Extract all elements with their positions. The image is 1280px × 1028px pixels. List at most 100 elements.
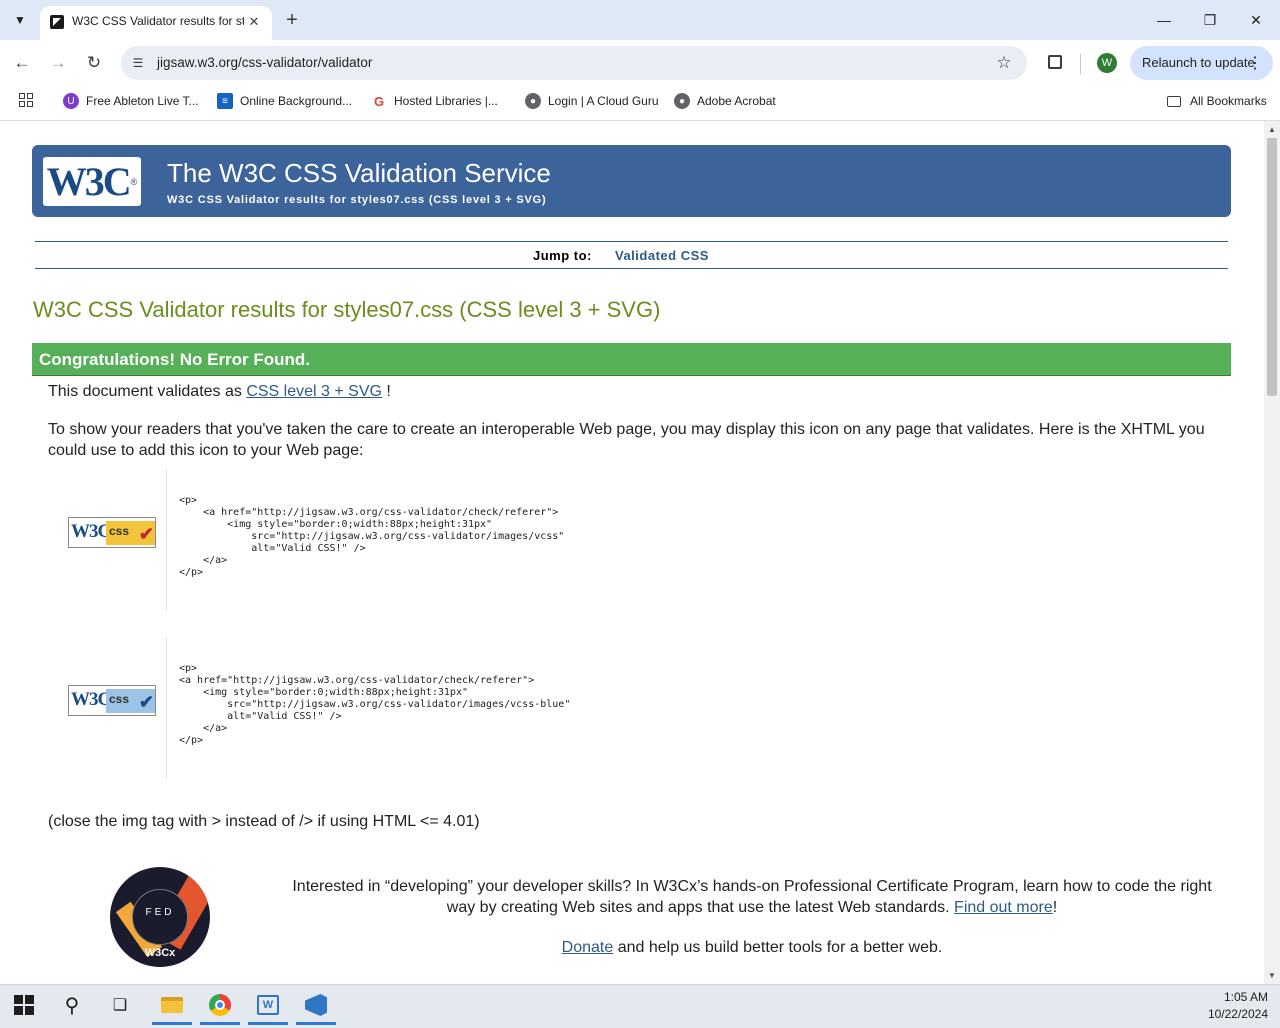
bookmark-label: Login | A Cloud Guru <box>548 94 659 108</box>
all-bookmarks-button[interactable]: All Bookmarks <box>1167 92 1267 110</box>
success-message: Congratulations! No Error Found. <box>39 350 311 369</box>
vertical-scrollbar[interactable]: ▲ ▼ <box>1264 121 1280 984</box>
visual-studio-icon: W <box>257 995 279 1015</box>
active-tab[interactable]: W3C CSS Validator results for st ✕ <box>40 6 272 40</box>
search-icon: ⚲ <box>64 994 80 1017</box>
bookmark-ableton[interactable]: U Free Ableton Live T... <box>63 92 199 110</box>
bookmark-label: Online Background... <box>240 94 353 108</box>
scroll-down-icon[interactable]: ▼ <box>1268 971 1276 980</box>
puzzle-icon <box>1048 55 1062 69</box>
badge-letters: FED <box>145 907 175 918</box>
valid-css-blue-badge[interactable]: W3C css ✔ <box>68 685 156 716</box>
tab-search-button[interactable]: ▼ <box>8 8 32 32</box>
vscode-button[interactable] <box>292 985 340 1025</box>
new-tab-button[interactable]: + <box>280 8 304 32</box>
validation-statement: This document validates as CSS level 3 +… <box>48 383 391 401</box>
jump-label: Jump to: <box>533 248 592 263</box>
chrome-icon <box>209 994 231 1016</box>
globe-icon: ● <box>674 93 690 109</box>
badge-label: W3Cx <box>144 947 176 959</box>
success-banner: Congratulations! No Error Found. <box>32 343 1231 376</box>
page-subtitle: W3C CSS Validator results for styles07.c… <box>167 194 547 206</box>
start-button[interactable] <box>0 985 48 1025</box>
code-text[interactable]: <p> <a href="http://jigsaw.w3.org/css-va… <box>179 495 779 579</box>
system-clock[interactable]: 1:05 AM 10/22/2024 <box>1208 989 1268 1023</box>
clock-date: 10/22/2024 <box>1207 1007 1268 1021</box>
clock-time: 1:05 AM <box>1223 990 1268 1004</box>
validation-suffix: ! <box>381 383 391 400</box>
code-text[interactable]: <p> <a href="http://jigsaw.w3.org/css-va… <box>179 663 779 747</box>
donate-link[interactable]: Donate <box>562 939 614 956</box>
vscode-icon <box>305 994 327 1016</box>
promo-text: Interested in “developing” your develope… <box>288 876 1216 918</box>
task-view-button[interactable]: ❏ <box>96 985 144 1025</box>
all-bookmarks-label: All Bookmarks <box>1190 94 1267 108</box>
w3c-logo[interactable]: W3C ® <box>43 157 141 206</box>
file-explorer-button[interactable] <box>148 985 196 1025</box>
bookmark-star-icon[interactable]: ☆ <box>993 52 1015 74</box>
logo-registered-mark: ® <box>130 176 138 187</box>
reload-button[interactable]: ↻ <box>80 49 108 77</box>
online-background-icon: ≡ <box>217 93 233 109</box>
apps-grid-icon[interactable] <box>19 93 33 107</box>
scroll-thumb[interactable] <box>1267 138 1277 396</box>
chrome-taskbar-button[interactable] <box>196 985 244 1025</box>
search-button[interactable]: ⚲ <box>48 985 96 1025</box>
extensions-button[interactable] <box>1043 50 1067 74</box>
validation-prefix: This document validates as <box>48 383 247 400</box>
profile-avatar[interactable]: W <box>1097 53 1117 73</box>
relaunch-button[interactable]: Relaunch to update ⋮ <box>1130 46 1273 80</box>
promo-body: Interested in “developing” your develope… <box>292 878 1212 916</box>
bookmark-adobe-acrobat[interactable]: ● Adobe Acrobat <box>674 92 776 110</box>
icon-instructions: To show your readers that you've taken t… <box>48 421 1205 459</box>
logo-text: W3C <box>46 159 132 204</box>
promo-suffix: ! <box>1052 899 1058 916</box>
code-snippet-blue: <p> <a href="http://jigsaw.w3.org/css-va… <box>166 637 779 779</box>
tab-title: W3C CSS Validator results for st <box>72 14 244 28</box>
restore-button[interactable]: ❐ <box>1187 6 1233 34</box>
globe-icon: ● <box>525 93 541 109</box>
forward-button[interactable]: → <box>44 49 72 77</box>
badge-w3c-text: W3C <box>71 521 111 542</box>
minimize-button[interactable]: — <box>1141 6 1187 34</box>
validated-css-link[interactable]: Validated CSS <box>615 248 709 263</box>
close-window-button[interactable]: ✕ <box>1233 6 1279 34</box>
results-heading: W3C CSS Validator results for styles07.c… <box>33 297 661 322</box>
badge-w3c-text: W3C <box>71 689 111 710</box>
check-icon: ✔ <box>138 524 154 544</box>
visual-studio-button[interactable]: W <box>244 985 292 1025</box>
relaunch-label: Relaunch to update <box>1142 55 1255 70</box>
check-icon: ✔ <box>138 692 154 712</box>
site-info-icon[interactable]: ☰ <box>129 54 147 72</box>
w3cx-badge[interactable]: FED W3Cx <box>110 867 210 967</box>
file-explorer-icon <box>161 997 183 1013</box>
bookmark-online-background[interactable]: ≡ Online Background... <box>217 92 352 110</box>
toolbar-divider <box>1080 54 1081 74</box>
windows-logo-icon <box>14 995 34 1015</box>
task-view-icon: ❏ <box>112 997 128 1014</box>
closing-note: (close the img tag with > instead of /> … <box>48 813 480 830</box>
bookmark-cloud-guru[interactable]: ● Login | A Cloud Guru <box>525 92 659 110</box>
page-title: The W3C CSS Validation Service <box>167 158 551 188</box>
header-banner: W3C ® The W3C CSS Validation Service W3C … <box>32 145 1231 217</box>
valid-css-gold-badge[interactable]: W3C css ✔ <box>68 517 156 548</box>
bookmark-hosted-libraries[interactable]: G Hosted Libraries |... <box>371 92 498 110</box>
folder-icon <box>1167 95 1181 107</box>
donate-line: Donate and help us build better tools fo… <box>288 939 1216 957</box>
w3c-favicon-icon <box>50 15 64 29</box>
donate-suffix: and help us build better tools for a bet… <box>613 939 943 956</box>
jump-to-bar: Jump to: Validated CSS <box>35 241 1228 269</box>
find-out-more-link[interactable]: Find out more <box>954 899 1053 916</box>
back-button[interactable]: ← <box>8 49 36 77</box>
bookmark-label: Free Ableton Live T... <box>86 94 199 108</box>
scroll-up-icon[interactable]: ▲ <box>1268 125 1276 134</box>
code-snippet-gold: <p> <a href="http://jigsaw.w3.org/css-va… <box>166 469 779 611</box>
url-text[interactable]: jigsaw.w3.org/css-validator/validator <box>157 55 372 70</box>
browser-toolbar: ← → ↻ ☰ jigsaw.w3.org/css-validator/vali… <box>0 40 1280 86</box>
menu-dots-icon[interactable]: ⋮ <box>1247 53 1263 73</box>
close-tab-icon[interactable]: ✕ <box>244 12 264 32</box>
google-icon: G <box>373 93 385 109</box>
css-level-link[interactable]: CSS level 3 + SVG <box>246 383 382 400</box>
address-bar[interactable]: ☰ jigsaw.w3.org/css-validator/validator … <box>121 46 1027 80</box>
ableton-icon: U <box>63 93 79 109</box>
